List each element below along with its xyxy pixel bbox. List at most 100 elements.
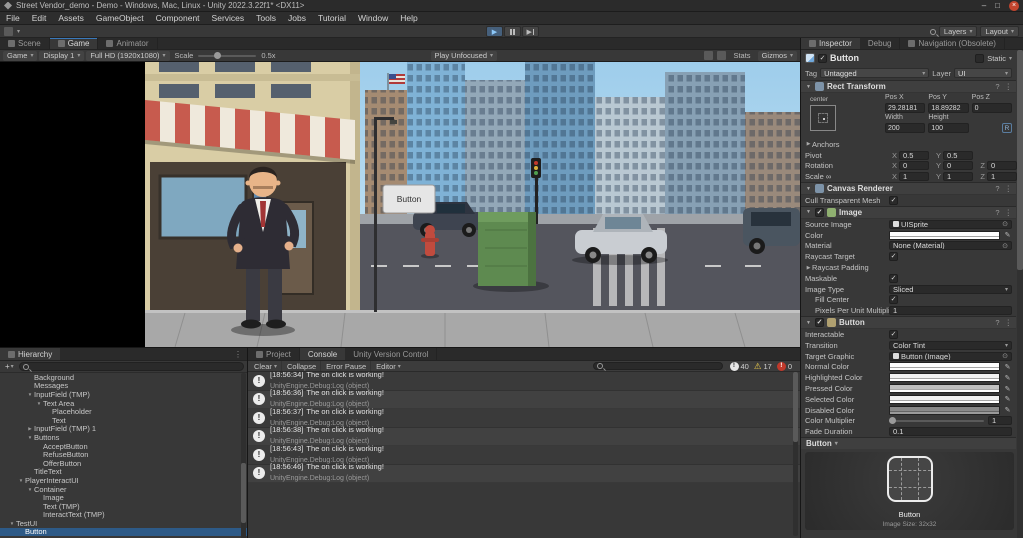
image-component-header[interactable]: ▼ ✓ Image ? ⋮ — [801, 205, 1016, 219]
pos-y-field[interactable]: 18.89282 — [928, 103, 969, 113]
component-menu-icon[interactable]: ⋮ — [1005, 318, 1013, 327]
raycast-padding-foldout[interactable]: ▶ Raycast Padding — [801, 262, 1016, 273]
foldout-open-icon[interactable]: ▼ — [17, 478, 25, 483]
button-component-header[interactable]: ▼ ✓ Button ? ⋮ — [801, 316, 1016, 330]
tab-scene[interactable]: Scene — [0, 38, 50, 49]
foldout-open-icon[interactable]: ▼ — [26, 487, 34, 492]
hierarchy-item[interactable]: Image — [0, 493, 247, 502]
anchor-preset-button[interactable] — [810, 105, 836, 131]
console-scrollbar-thumb[interactable] — [793, 372, 798, 442]
object-name[interactable]: Button — [830, 53, 859, 63]
hierarchy-item[interactable]: Text — [0, 416, 247, 425]
hierarchy-item[interactable]: AcceptButton — [0, 442, 247, 451]
highlighted-color-swatch[interactable] — [889, 373, 1000, 383]
tab-hierarchy[interactable]: Hierarchy — [0, 348, 61, 360]
foldout-open-icon[interactable]: ▼ — [26, 392, 34, 397]
disabled-color-swatch[interactable] — [889, 405, 1000, 415]
scale-slider[interactable] — [198, 51, 257, 59]
help-icon[interactable]: ? — [995, 208, 999, 217]
image-type-dropdown[interactable]: Sliced ▾ — [889, 284, 1012, 294]
hierarchy-item[interactable]: ▼ TestUI — [0, 519, 247, 528]
hierarchy-item[interactable]: TitleText — [0, 467, 247, 476]
tab-console[interactable]: Console — [299, 348, 346, 360]
help-icon[interactable]: ? — [995, 184, 999, 193]
anchors-foldout[interactable]: ▶ Anchors — [801, 139, 1016, 150]
minimize-button[interactable]: – — [982, 1, 986, 10]
hierarchy-item[interactable]: Text (TMP) — [0, 502, 247, 511]
fade-duration-field[interactable]: 0.1 — [889, 427, 1012, 437]
menu-help[interactable]: Help — [394, 12, 423, 24]
console-search-input[interactable] — [592, 362, 723, 370]
account-icon[interactable] — [4, 27, 13, 36]
tab-navigation-obsolete[interactable]: Navigation (Obsolete) — [900, 38, 1005, 49]
eyedropper-icon[interactable]: ✎ — [1003, 406, 1012, 415]
error-count-toggle[interactable]: ! 0 — [776, 361, 792, 371]
component-menu-icon[interactable]: ⋮ — [1005, 184, 1013, 193]
maskable-checkbox[interactable]: ✓ — [889, 273, 898, 283]
pause-button[interactable] — [504, 26, 521, 37]
hierarchy-item[interactable]: ▼ Container — [0, 485, 247, 494]
tab-inspector[interactable]: Inspector — [801, 38, 860, 49]
static-dropdown[interactable]: Static ▾ — [975, 53, 1012, 63]
target-graphic-field[interactable]: Button (Image) ⊙ — [889, 351, 1012, 361]
foldout-open-icon[interactable]: ▼ — [35, 401, 43, 406]
foldout-open-icon[interactable]: ▼ — [805, 209, 812, 215]
selected-color-swatch[interactable] — [889, 394, 1000, 404]
pressed-color-swatch[interactable] — [889, 384, 1000, 394]
menu-edit[interactable]: Edit — [26, 12, 53, 24]
layer-dropdown[interactable]: UI ▾ — [954, 68, 1012, 78]
component-menu-icon[interactable]: ⋮ — [1005, 82, 1013, 91]
help-icon[interactable]: ? — [995, 318, 999, 327]
gizmos-dropdown[interactable]: Gizmos ▾ — [757, 50, 797, 61]
tab-unity-version-control[interactable]: Unity Version Control — [345, 348, 438, 360]
step-button[interactable]: ▶ — [522, 26, 539, 37]
hierarchy-item[interactable]: RefuseButton — [0, 450, 247, 459]
inspector-scrollbar-thumb[interactable] — [1017, 50, 1023, 270]
foldout-open-icon[interactable]: ▼ — [805, 84, 812, 90]
pos-x-field[interactable]: 29.28181 — [885, 103, 926, 113]
component-menu-icon[interactable]: ⋮ — [1005, 208, 1013, 217]
close-button[interactable]: × — [1009, 0, 1019, 11]
pivot-x-field[interactable]: 0.5 — [899, 150, 929, 160]
game-view-mode-dropdown[interactable]: Game ▾ — [3, 50, 38, 61]
hierarchy-item[interactable]: Messages — [0, 381, 247, 390]
tag-dropdown[interactable]: Untagged ▾ — [820, 68, 930, 78]
preview-header[interactable]: Button ▾ — [801, 437, 1016, 450]
menu-tutorial[interactable]: Tutorial — [312, 12, 352, 24]
image-enabled-checkbox[interactable]: ✓ — [815, 207, 824, 217]
hierarchy-item[interactable]: ▼ InputField (TMP) — [0, 390, 247, 399]
interactable-checkbox[interactable]: ✓ — [889, 330, 898, 340]
material-field[interactable]: None (Material) ⊙ — [889, 241, 1012, 251]
mute-audio-icon[interactable] — [704, 51, 714, 60]
warning-count-toggle[interactable]: ⚠ 17 — [754, 362, 772, 371]
display-dropdown[interactable]: Display 1 ▾ — [39, 50, 85, 61]
foldout-open-icon[interactable]: ▼ — [805, 320, 812, 326]
menu-services[interactable]: Services — [206, 12, 251, 24]
hierarchy-item[interactable]: ▼ Text Area — [0, 399, 247, 408]
height-field[interactable]: 100 — [928, 123, 969, 133]
object-picker-icon[interactable]: ⊙ — [1002, 242, 1008, 250]
play-button[interactable]: ▶ — [486, 26, 503, 37]
eyedropper-icon[interactable]: ✎ — [1003, 384, 1012, 393]
hierarchy-scrollbar-thumb[interactable] — [241, 463, 246, 523]
eyedropper-icon[interactable]: ✎ — [1003, 231, 1012, 240]
help-icon[interactable]: ? — [995, 82, 999, 91]
tab-animator[interactable]: Animator — [98, 38, 158, 49]
hierarchy-menu-icon[interactable]: ⋮ — [234, 350, 242, 359]
menu-window[interactable]: Window — [352, 12, 394, 24]
hierarchy-item-selected[interactable]: Button — [0, 527, 247, 536]
resolution-dropdown[interactable]: Full HD (1920x1080) ▾ — [86, 50, 170, 61]
fill-center-checkbox[interactable]: ✓ — [889, 295, 898, 305]
search-icon[interactable] — [929, 28, 936, 35]
eyedropper-icon[interactable]: ✎ — [1003, 373, 1012, 382]
width-field[interactable]: 200 — [885, 123, 926, 133]
stats-button[interactable]: Stats — [730, 51, 753, 60]
scale-x-field[interactable]: 1 — [899, 172, 929, 182]
editor-dropdown[interactable]: Editor ▾ — [372, 361, 405, 371]
rotation-y-field[interactable]: 0 — [943, 161, 973, 171]
tab-debug[interactable]: Debug — [860, 38, 901, 49]
create-object-button[interactable]: + ▾ — [3, 362, 16, 371]
hierarchy-item[interactable]: ▶ InputField (TMP) 1 — [0, 424, 247, 433]
layers-dropdown[interactable]: Layers ▾ — [938, 26, 978, 37]
raycast-target-checkbox[interactable]: ✓ — [889, 252, 898, 262]
